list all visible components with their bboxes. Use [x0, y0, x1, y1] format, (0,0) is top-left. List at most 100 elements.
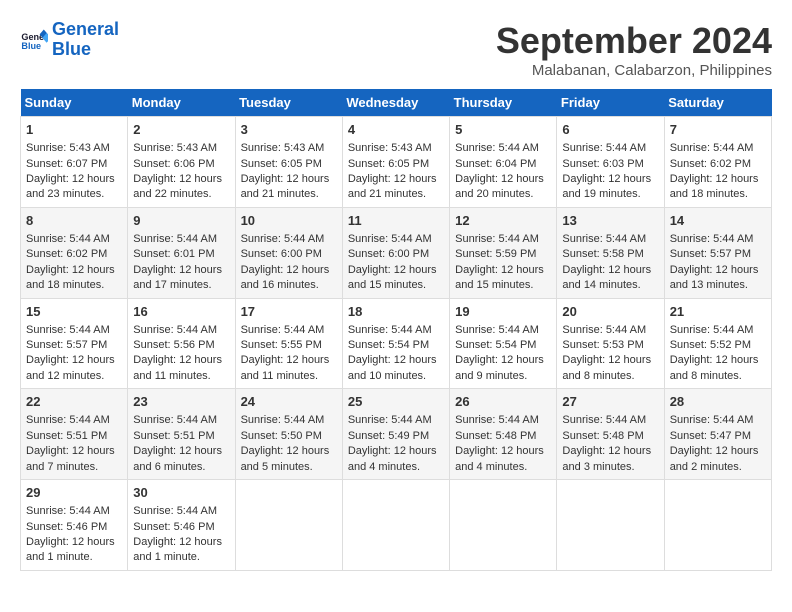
day-number: 18 [348, 303, 444, 321]
day-number: 5 [455, 121, 551, 139]
daylight-label: Daylight: 12 hours and 13 minutes. [670, 264, 759, 291]
day-number: 4 [348, 121, 444, 139]
calendar-cell: 10Sunrise: 5:44 AMSunset: 6:00 PMDayligh… [235, 207, 342, 298]
calendar-cell: 20Sunrise: 5:44 AMSunset: 5:53 PMDayligh… [557, 298, 664, 389]
day-number: 22 [26, 393, 122, 411]
calendar-cell: 21Sunrise: 5:44 AMSunset: 5:52 PMDayligh… [664, 298, 771, 389]
daylight-label: Daylight: 12 hours and 18 minutes. [670, 173, 759, 200]
calendar-cell: 16Sunrise: 5:44 AMSunset: 5:56 PMDayligh… [128, 298, 235, 389]
calendar-cell: 30Sunrise: 5:44 AMSunset: 5:46 PMDayligh… [128, 480, 235, 571]
day-number: 8 [26, 212, 122, 230]
title-area: September 2024 Malabanan, Calabarzon, Ph… [496, 20, 772, 79]
sunrise-label: Sunrise: 5:43 AM [26, 142, 110, 154]
day-number: 2 [133, 121, 229, 139]
calendar-cell: 15Sunrise: 5:44 AMSunset: 5:57 PMDayligh… [21, 298, 128, 389]
sunrise-label: Sunrise: 5:44 AM [133, 324, 217, 336]
sunrise-label: Sunrise: 5:44 AM [348, 414, 432, 426]
calendar-cell: 19 Sunrise: 5:44 AM Sunset: 5:54 PM Dayligh… [450, 298, 557, 389]
day-number: 1 [26, 121, 122, 139]
weekday-header-monday: Monday [128, 89, 235, 117]
daylight-label: Daylight: 12 hours and 3 minutes. [562, 445, 651, 472]
daylight-label: Daylight: 12 hours and 7 minutes. [26, 445, 115, 472]
day-number: 13 [562, 212, 658, 230]
sunrise-label: Sunrise: 5:44 AM [562, 324, 646, 336]
calendar-cell: 14Sunrise: 5:44 AMSunset: 5:57 PMDayligh… [664, 207, 771, 298]
sunset-label: Sunset: 6:02 PM [670, 158, 751, 170]
daylight-label: Daylight: 12 hours and 2 minutes. [670, 445, 759, 472]
sunrise-label: Sunrise: 5:44 AM [241, 414, 325, 426]
day-number: 26 [455, 393, 551, 411]
location: Malabanan, Calabarzon, Philippines [496, 62, 772, 79]
day-number: 17 [241, 303, 337, 321]
calendar-cell: 28Sunrise: 5:44 AMSunset: 5:47 PMDayligh… [664, 389, 771, 480]
calendar-table: SundayMondayTuesdayWednesdayThursdayFrid… [20, 89, 772, 571]
day-number: 23 [133, 393, 229, 411]
sunrise-label: Sunrise: 5:44 AM [26, 505, 110, 517]
day-number: 27 [562, 393, 658, 411]
logo-icon: General Blue [20, 26, 48, 54]
calendar-week-row-5: 29Sunrise: 5:44 AMSunset: 5:46 PMDayligh… [21, 480, 772, 571]
daylight-label: Daylight: 12 hours and 21 minutes. [241, 173, 330, 200]
calendar-cell: 8 Sunrise: 5:44 AM Sunset: 6:02 PM Daylight… [21, 207, 128, 298]
daylight-label: Daylight: 12 hours and 10 minutes. [348, 354, 437, 381]
calendar-cell: 27Sunrise: 5:44 AMSunset: 5:48 PMDayligh… [557, 389, 664, 480]
calendar-cell [557, 480, 664, 571]
day-number: 12 [455, 212, 551, 230]
sunrise-label: Sunrise: 5:44 AM [26, 414, 110, 426]
daylight-label: Daylight: 12 hours and 19 minutes. [562, 173, 651, 200]
day-number: 14 [670, 212, 766, 230]
daylight-label: Daylight: 12 hours and 6 minutes. [133, 445, 222, 472]
day-number: 19 [455, 303, 551, 321]
weekday-header-sunday: Sunday [21, 89, 128, 117]
page-header: General Blue GeneralBlue September 2024 … [20, 20, 772, 79]
sunset-label: Sunset: 5:51 PM [26, 430, 107, 442]
daylight-label: Daylight: 12 hours and 8 minutes. [562, 354, 651, 381]
sunset-label: Sunset: 5:48 PM [455, 430, 536, 442]
daylight-label: Daylight: 12 hours and 12 minutes. [26, 354, 115, 381]
logo: General Blue GeneralBlue [20, 20, 119, 60]
sunrise-label: Sunrise: 5:44 AM [670, 324, 754, 336]
calendar-cell: 11Sunrise: 5:44 AMSunset: 6:00 PMDayligh… [342, 207, 449, 298]
calendar-cell: 3Sunrise: 5:43 AMSunset: 6:05 PMDaylight… [235, 117, 342, 208]
daylight-label: Daylight: 12 hours and 18 minutes. [26, 264, 115, 291]
daylight-label: Daylight: 12 hours and 1 minute. [133, 536, 222, 563]
sunrise-label: Sunrise: 5:44 AM [455, 324, 539, 336]
sunrise-label: Sunrise: 5:44 AM [133, 505, 217, 517]
sunset-label: Sunset: 6:02 PM [26, 248, 107, 260]
calendar-week-row-4: 22 Sunrise: 5:44 AM Sunset: 5:51 PM Dayligh… [21, 389, 772, 480]
sunrise-label: Sunrise: 5:44 AM [26, 233, 110, 245]
day-number: 25 [348, 393, 444, 411]
calendar-cell: 22 Sunrise: 5:44 AM Sunset: 5:51 PM Dayligh… [21, 389, 128, 480]
sunrise-label: Sunrise: 5:44 AM [348, 324, 432, 336]
sunset-label: Sunset: 5:54 PM [455, 339, 536, 351]
calendar-week-row-3: 15Sunrise: 5:44 AMSunset: 5:57 PMDayligh… [21, 298, 772, 389]
sunset-label: Sunset: 5:52 PM [670, 339, 751, 351]
calendar-cell: 1Sunrise: 5:43 AMSunset: 6:07 PMDaylight… [21, 117, 128, 208]
calendar-week-row-2: 8 Sunrise: 5:44 AM Sunset: 6:02 PM Daylight… [21, 207, 772, 298]
sunrise-label: Sunrise: 5:43 AM [133, 142, 217, 154]
sunset-label: Sunset: 5:46 PM [133, 521, 214, 533]
day-number: 3 [241, 121, 337, 139]
sunset-label: Sunset: 5:57 PM [670, 248, 751, 260]
daylight-label: Daylight: 12 hours and 9 minutes. [455, 354, 544, 381]
calendar-body: 1Sunrise: 5:43 AMSunset: 6:07 PMDaylight… [21, 117, 772, 571]
sunset-label: Sunset: 5:53 PM [562, 339, 643, 351]
weekday-header-row: SundayMondayTuesdayWednesdayThursdayFrid… [21, 89, 772, 117]
daylight-label: Daylight: 12 hours and 15 minutes. [455, 264, 544, 291]
calendar-cell: 5Sunrise: 5:44 AMSunset: 6:04 PMDaylight… [450, 117, 557, 208]
sunrise-label: Sunrise: 5:44 AM [455, 414, 539, 426]
calendar-cell: 25Sunrise: 5:44 AMSunset: 5:49 PMDayligh… [342, 389, 449, 480]
calendar-cell: 9Sunrise: 5:44 AMSunset: 6:01 PMDaylight… [128, 207, 235, 298]
sunset-label: Sunset: 5:46 PM [26, 521, 107, 533]
calendar-cell: 17Sunrise: 5:44 AMSunset: 5:55 PMDayligh… [235, 298, 342, 389]
sunset-label: Sunset: 5:49 PM [348, 430, 429, 442]
daylight-label: Daylight: 12 hours and 14 minutes. [562, 264, 651, 291]
calendar-cell: 6Sunrise: 5:44 AMSunset: 6:03 PMDaylight… [557, 117, 664, 208]
calendar-cell [235, 480, 342, 571]
month-title: September 2024 [496, 20, 772, 62]
calendar-cell: 2Sunrise: 5:43 AMSunset: 6:06 PMDaylight… [128, 117, 235, 208]
calendar-cell: 18Sunrise: 5:44 AMSunset: 5:54 PMDayligh… [342, 298, 449, 389]
sunset-label: Sunset: 5:58 PM [562, 248, 643, 260]
svg-text:Blue: Blue [21, 41, 41, 51]
calendar-cell [342, 480, 449, 571]
